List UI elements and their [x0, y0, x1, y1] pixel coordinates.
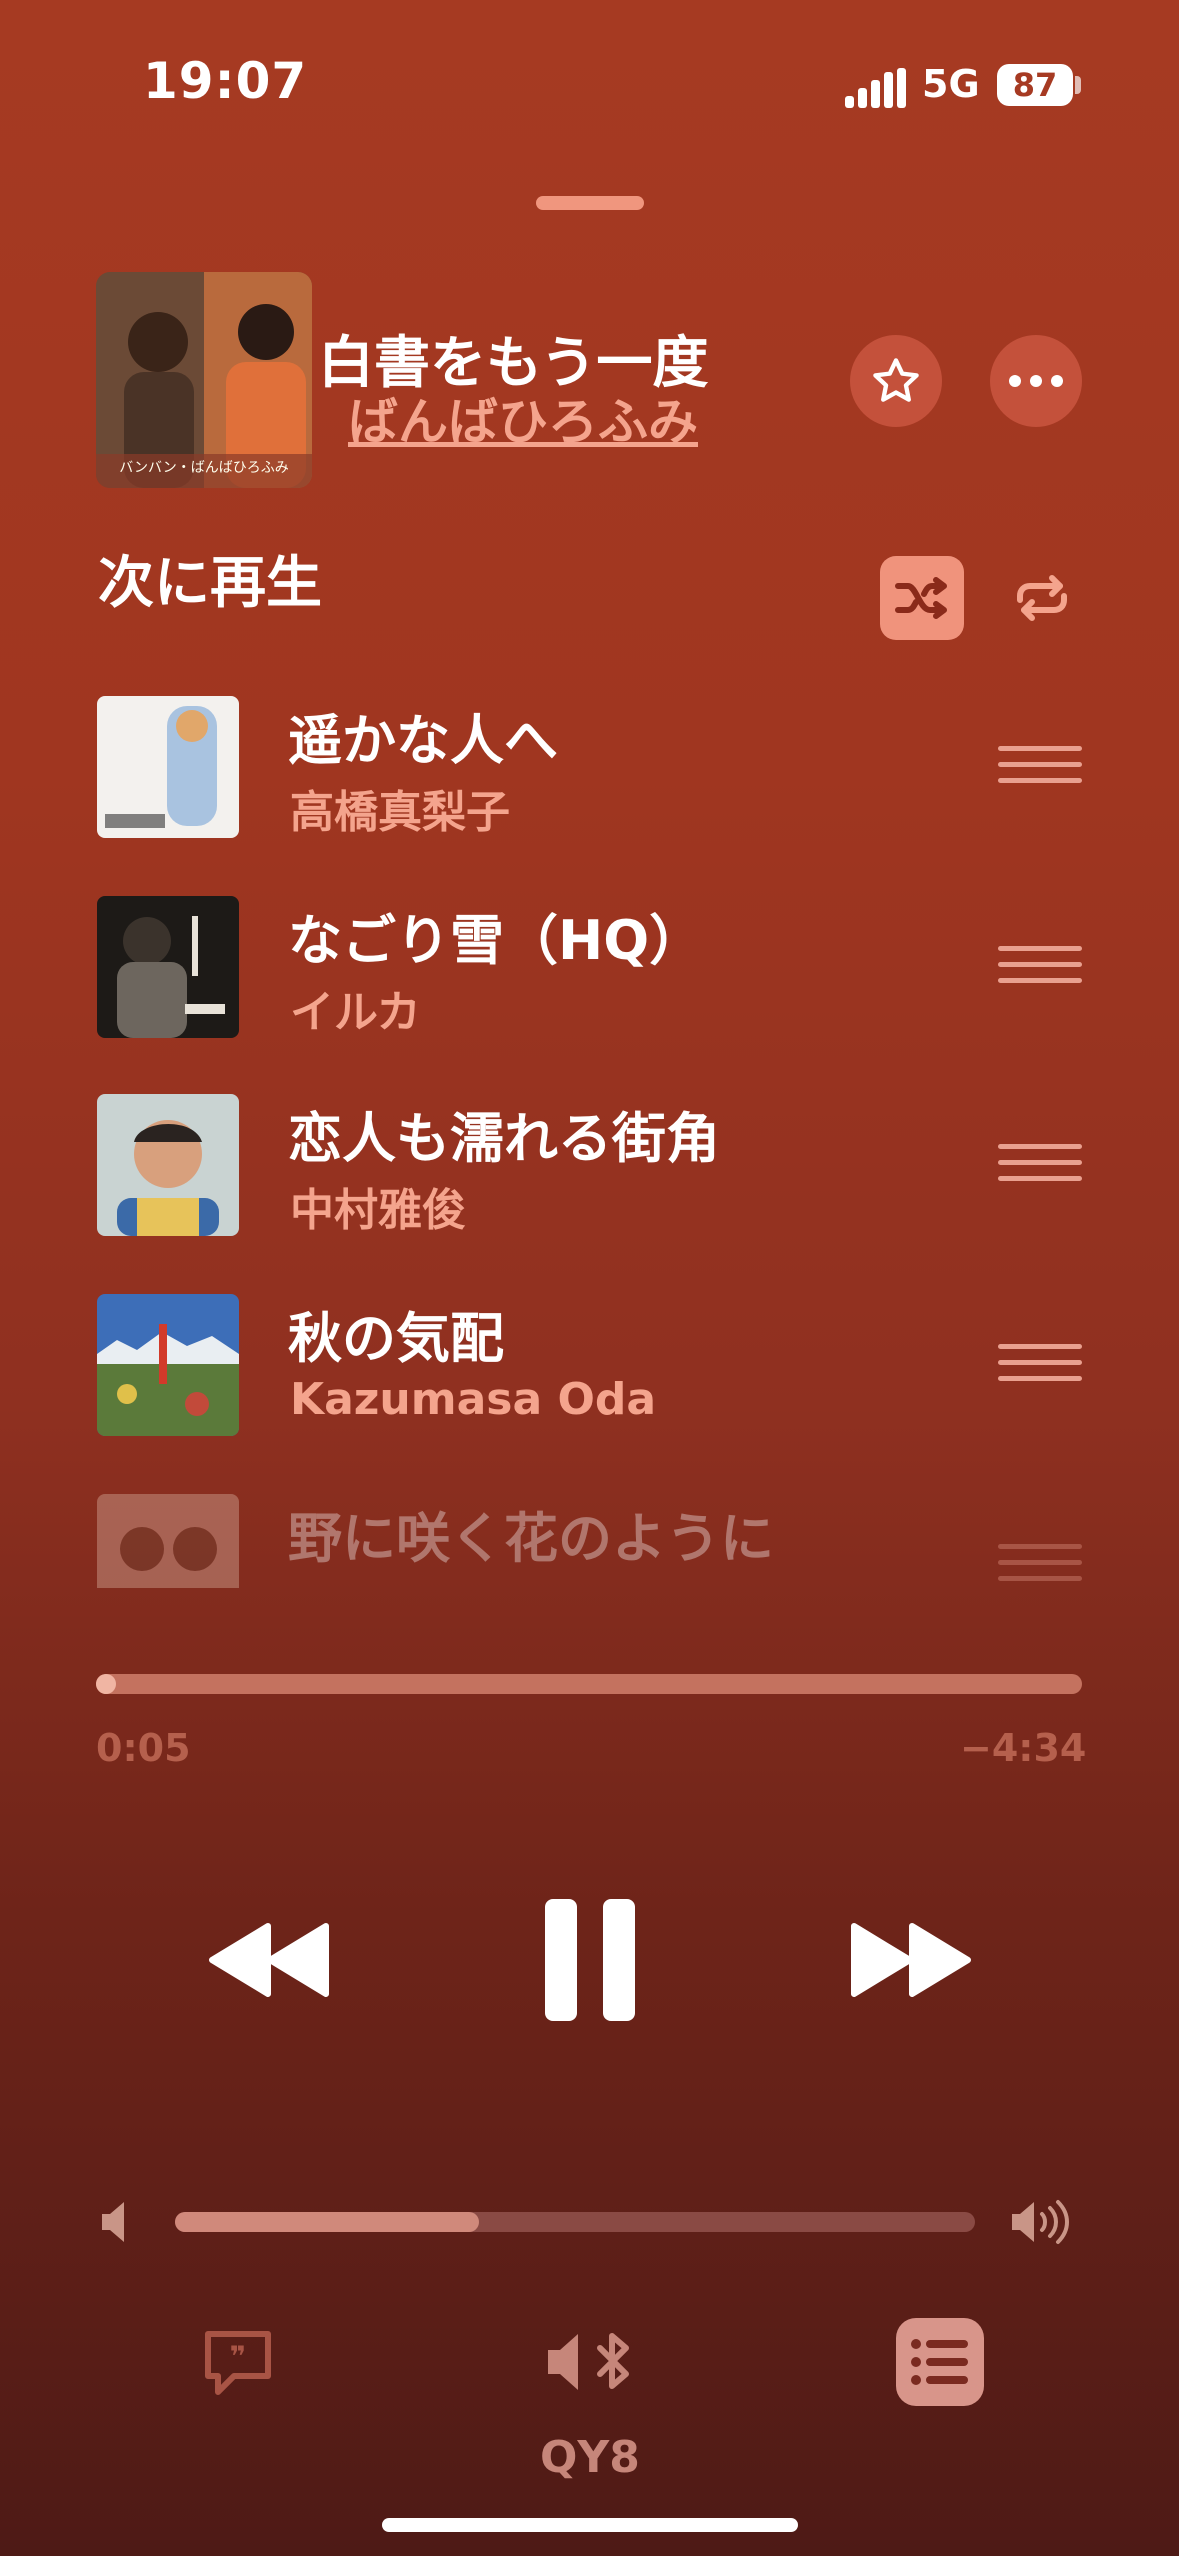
fast-forward-icon — [851, 1923, 971, 1997]
speaker-bluetooth-icon — [548, 2333, 629, 2390]
queue-item[interactable]: 秋の気配 Kazumasa Oda — [0, 1294, 1179, 1464]
output-device-label: QY8 — [540, 2432, 640, 2483]
previous-button[interactable] — [200, 1910, 340, 2010]
queue-item[interactable]: なごり雪（HQ） イルカ — [0, 896, 1179, 1066]
queue-artist: 高橋真梨子 — [290, 787, 510, 838]
battery-icon: 87 — [997, 64, 1073, 106]
queue-artist: イルカ — [290, 987, 421, 1038]
star-icon — [873, 358, 919, 402]
more-button[interactable] — [990, 335, 1082, 427]
queue-item[interactable]: 遥かな人へ 高橋真梨子 — [0, 696, 1179, 866]
volume-low-icon — [102, 2202, 124, 2242]
rewind-icon — [209, 1923, 329, 1997]
elapsed-time: 0:05 — [96, 1726, 191, 1770]
status-time: 19:07 — [143, 52, 308, 110]
now-playing-artist[interactable]: ばんばひろふみ — [348, 382, 698, 454]
queue-title: 野に咲く花のように — [288, 1507, 774, 1570]
remaining-time: −4:34 — [960, 1726, 1087, 1770]
queue-title: 遥かな人へ — [288, 709, 558, 772]
lyrics-button[interactable]: ❞ — [200, 2326, 276, 2402]
audio-output-button[interactable] — [542, 2322, 642, 2402]
pause-button[interactable] — [530, 1890, 650, 2030]
now-playing-artwork[interactable]: バンバン・ばんばひろふみ — [96, 272, 312, 488]
queue-title: なごり雪（HQ） — [288, 909, 704, 972]
volume-fill — [175, 2212, 479, 2232]
home-indicator[interactable] — [382, 2518, 798, 2532]
queue-artist: Kazumasa Oda — [290, 1374, 657, 1425]
repeat-icon — [1017, 575, 1067, 621]
lyrics-bubble-icon: ❞ — [205, 2331, 271, 2395]
shuffle-icon — [895, 577, 947, 619]
queue-list-icon — [911, 2339, 968, 2385]
sheet-grabber[interactable] — [536, 196, 644, 210]
repeat-button[interactable] — [1000, 556, 1084, 640]
ellipsis-icon — [1009, 375, 1063, 387]
reorder-handle-icon[interactable] — [998, 946, 1082, 992]
queue-artist: 中村雅俊 — [290, 1185, 466, 1236]
network-label: 5G — [922, 62, 980, 106]
queue-item[interactable]: 恋人も濡れる街角 中村雅俊 — [0, 1094, 1179, 1264]
up-next-heading: 次に再生 — [98, 551, 322, 616]
artwork-caption: バンバン・ばんばひろふみ — [119, 460, 288, 476]
queue-button[interactable] — [896, 2318, 984, 2406]
volume-high-icon — [1012, 2200, 1069, 2244]
queue-artwork — [97, 1294, 239, 1436]
pause-icon — [545, 1899, 635, 2021]
queue-item[interactable]: 野に咲く花のように — [0, 1494, 1179, 1588]
next-button[interactable] — [840, 1910, 980, 2010]
svg-text:❞: ❞ — [230, 2340, 246, 2373]
queue-artwork — [97, 1094, 239, 1236]
reorder-handle-icon[interactable] — [998, 1544, 1082, 1588]
reorder-handle-icon[interactable] — [998, 1144, 1082, 1190]
queue-artwork — [97, 696, 239, 838]
shuffle-button[interactable] — [880, 556, 964, 640]
queue-artwork — [97, 896, 239, 1038]
progress-fill — [96, 1674, 116, 1694]
reorder-handle-icon[interactable] — [998, 746, 1082, 792]
signal-icon — [845, 68, 906, 108]
favorite-button[interactable] — [850, 335, 942, 427]
queue-artwork — [97, 1494, 239, 1588]
queue-title: 恋人も濡れる街角 — [288, 1107, 720, 1170]
queue-title: 秋の気配 — [288, 1307, 504, 1370]
reorder-handle-icon[interactable] — [998, 1344, 1082, 1390]
progress-track[interactable] — [96, 1674, 1082, 1694]
battery-tip — [1075, 76, 1081, 94]
